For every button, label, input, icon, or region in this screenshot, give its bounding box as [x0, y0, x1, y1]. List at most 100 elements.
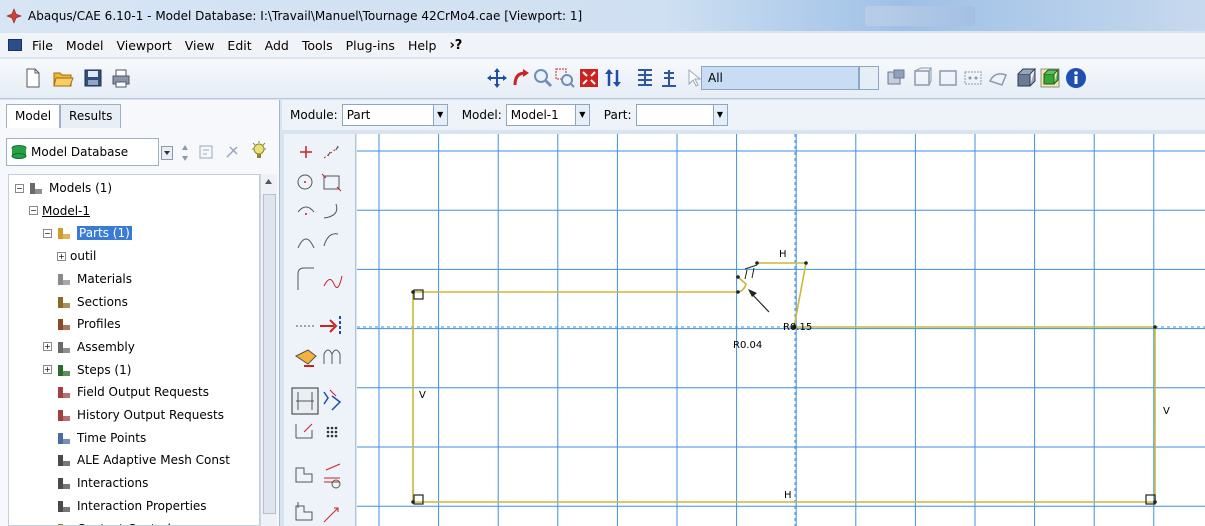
menu-model[interactable]: Model: [66, 38, 104, 53]
constraint-icon[interactable]: [295, 349, 317, 367]
collapse-icon[interactable]: −: [15, 183, 24, 193]
auto-fit-icon[interactable]: [578, 67, 600, 89]
translate-icon[interactable]: [295, 423, 313, 439]
tree-item[interactable]: − Model-1: [29, 200, 90, 222]
split-icon[interactable]: [323, 389, 342, 411]
rectangle-icon[interactable]: [321, 173, 342, 192]
cycle-views-icon[interactable]: [602, 67, 624, 89]
pan-icon[interactable]: [486, 67, 508, 89]
grid-dots-icon[interactable]: [326, 426, 338, 438]
scrollbar-thumb[interactable]: [263, 194, 276, 514]
query-icon[interactable]: [634, 67, 656, 89]
tree-item[interactable]: Time Points: [43, 427, 146, 449]
polygon-select-icon[interactable]: [987, 67, 1009, 89]
expand-icon[interactable]: +: [43, 365, 52, 375]
dim-h-top[interactable]: H: [779, 249, 787, 260]
menu-help[interactable]: Help: [408, 38, 437, 53]
tree-item[interactable]: − Models (1): [15, 177, 112, 199]
tree-item[interactable]: Materials: [43, 268, 132, 290]
rectangle-select-icon[interactable]: [937, 67, 959, 89]
tree-item[interactable]: ALE Adaptive Mesh Const: [43, 449, 230, 471]
offset-icon[interactable]: [323, 349, 341, 364]
render-style-icon[interactable]: [885, 67, 907, 89]
sketch-viewport[interactable]: H H V V R0.04 R0.15: [357, 134, 1205, 526]
circle-icon[interactable]: [297, 174, 313, 190]
whats-this-icon[interactable]: ›?: [449, 38, 462, 53]
spline-icon[interactable]: [323, 275, 343, 289]
expand-collapse-icon[interactable]: [179, 144, 191, 162]
view-manager-icon[interactable]: [911, 67, 933, 89]
tree-item[interactable]: Profiles: [43, 313, 121, 335]
dim-r-large[interactable]: R0.15: [783, 322, 812, 333]
menu-tools[interactable]: Tools: [302, 38, 333, 53]
box-zoom-icon[interactable]: [554, 67, 576, 89]
tool-profile[interactable]: [412, 262, 1156, 503]
auto-trim-icon[interactable]: [291, 387, 319, 415]
sketch-vertices[interactable]: [411, 261, 1157, 504]
copy-icon[interactable]: [295, 502, 313, 521]
arc-tangent-icon[interactable]: [323, 203, 338, 219]
model-database-select[interactable]: Model Database: [6, 138, 159, 166]
new-file-icon[interactable]: [22, 67, 44, 89]
mirror-icon[interactable]: [295, 467, 313, 483]
arc-three-point-icon[interactable]: [297, 238, 315, 249]
dim-h-bottom[interactable]: H: [784, 490, 792, 501]
edit-dimension-icon[interactable]: [320, 316, 341, 336]
tree-item[interactable]: Field Output Requests: [43, 381, 209, 403]
measure-icon[interactable]: [658, 67, 680, 89]
ellipse-icon[interactable]: [323, 233, 339, 247]
module-dropdown-icon[interactable]: ▼: [432, 105, 447, 125]
dim-r-small[interactable]: R0.04: [733, 340, 762, 351]
tree-item[interactable]: − Parts (1): [43, 222, 132, 244]
rotate-sketch-icon[interactable]: [323, 507, 339, 523]
tree-item[interactable]: + Steps (1): [43, 359, 131, 381]
tab-model[interactable]: Model: [6, 104, 61, 128]
tree-item[interactable]: History Output Requests: [43, 404, 224, 426]
menu-file[interactable]: File: [32, 38, 53, 53]
window-minimize-button[interactable]: [865, 6, 975, 26]
tab-results[interactable]: Results: [60, 104, 122, 128]
collapse-icon[interactable]: −: [29, 206, 38, 216]
save-icon[interactable]: [82, 67, 104, 89]
isolated-point-icon[interactable]: [300, 146, 312, 158]
sketch-canvas[interactable]: H H V V R0.04 R0.15: [357, 134, 1205, 526]
fillet-icon[interactable]: [297, 267, 314, 290]
model-select[interactable]: Model-1 ▼: [505, 104, 590, 126]
tree-item[interactable]: + Assembly: [43, 336, 135, 358]
module-select[interactable]: Part ▼: [341, 104, 448, 126]
tree-tool-icon[interactable]: [224, 144, 240, 160]
open-file-icon[interactable]: [52, 67, 74, 89]
menu-edit[interactable]: Edit: [227, 38, 251, 53]
tree-item[interactable]: Interaction Properties: [43, 495, 207, 517]
scroll-up-icon[interactable]: [261, 174, 276, 190]
tree-filter-icon[interactable]: [198, 144, 214, 160]
part-select[interactable]: ▼: [635, 104, 728, 126]
tree-item[interactable]: Interactions: [43, 472, 148, 494]
hint-bulb-icon[interactable]: [250, 140, 268, 162]
dim-v-left[interactable]: V: [419, 390, 426, 401]
profile-small-fillet[interactable]: [737, 276, 747, 293]
expand-icon[interactable]: +: [57, 251, 66, 261]
tree-item[interactable]: Sections: [43, 291, 128, 313]
collapse-icon[interactable]: −: [43, 228, 52, 238]
wireframe-cube-icon[interactable]: [1015, 67, 1037, 89]
construction-line-icon[interactable]: [323, 145, 341, 159]
arc-center-icon[interactable]: [297, 206, 315, 215]
selection-filter-dropdown-icon[interactable]: [859, 66, 879, 90]
menu-viewport[interactable]: Viewport: [116, 38, 171, 53]
shaded-cube-icon[interactable]: [1039, 67, 1061, 89]
tree-item[interactable]: Contact Controls: [43, 518, 177, 525]
menu-add[interactable]: Add: [265, 38, 289, 53]
scale-icon[interactable]: [324, 463, 341, 489]
tree-item[interactable]: + outil: [57, 245, 96, 267]
menu-view[interactable]: View: [185, 38, 215, 53]
model-dropdown-icon[interactable]: ▼: [574, 105, 589, 125]
window-menu-icon[interactable]: [8, 39, 22, 51]
info-icon[interactable]: [1065, 67, 1087, 89]
rotate-icon[interactable]: [510, 67, 532, 89]
zoom-icon[interactable]: [532, 67, 554, 89]
dim-v-right[interactable]: V: [1163, 406, 1170, 417]
selection-filter-select[interactable]: All: [701, 66, 859, 90]
menu-plugins[interactable]: Plug-ins: [346, 38, 395, 53]
print-icon[interactable]: [110, 67, 132, 89]
